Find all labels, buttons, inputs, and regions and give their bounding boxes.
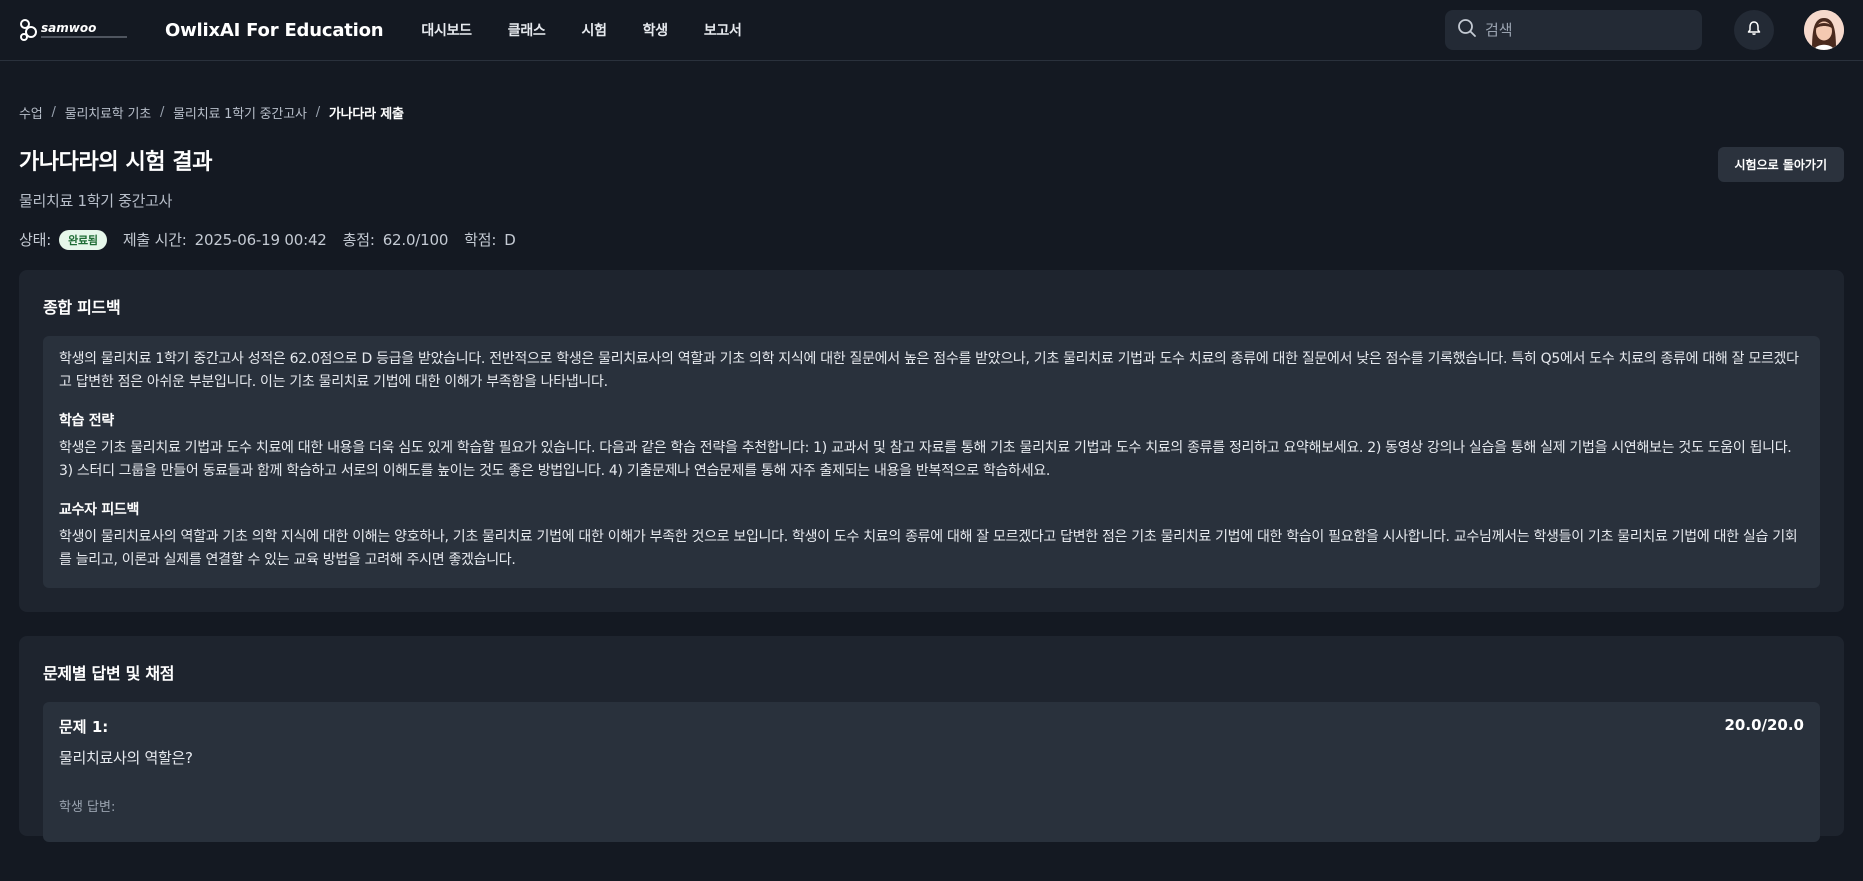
feedback-summary: 학생의 물리치료 1학기 중간고사 성적은 62.0점으로 D 등급을 받았습니… [59, 351, 1799, 390]
grade-value: D [504, 230, 516, 249]
samwoo-logo[interactable]: samwoo [19, 10, 149, 50]
notifications-button[interactable] [1734, 10, 1774, 50]
breadcrumb-separator: / [315, 105, 320, 120]
question-header: 문제 1: 20.0/20.0 [59, 716, 1804, 737]
status-badge: 완료됨 [59, 229, 107, 250]
bell-icon [1746, 20, 1762, 40]
main-nav: 대시보드 클래스 시험 학생 보고서 [403, 20, 759, 40]
search-icon [1457, 18, 1477, 42]
question-text: 물리치료사의 역할은? [59, 749, 193, 767]
page-subtitle: 물리치료 1학기 중간고사 [19, 192, 173, 210]
submit-time-value: 2025-06-19 00:42 [194, 230, 327, 249]
breadcrumb-item-course[interactable]: 물리치료학 기초 [65, 103, 151, 122]
learning-strategy-heading: 학습 전략 [59, 413, 114, 429]
nav-item-classes[interactable]: 클래스 [490, 20, 564, 40]
status-label: 상태: [19, 231, 52, 249]
top-navbar: samwoo OwlixAI For Education 대시보드 클래스 시험… [0, 0, 1863, 61]
overall-feedback-title: 종합 피드백 [43, 298, 121, 317]
learning-strategy-text: 학생은 기초 물리치료 기법과 도수 치료에 대한 내용을 더욱 심도 있게 학… [59, 440, 1792, 479]
question-item: 문제 1: 20.0/20.0 물리치료사의 역할은? 학생 답변: [43, 702, 1820, 842]
breadcrumb-current: 가나다라 제출 [328, 107, 404, 122]
main-content: 수업 / 물리치료학 기초 / 물리치료 1학기 중간고사 / 가나다라 제출 … [0, 103, 1863, 842]
page-header: 가나다라의 시험 결과 시험으로 돌아가기 [19, 144, 1844, 182]
breadcrumb-separator: / [51, 105, 56, 120]
avatar[interactable] [1804, 10, 1844, 50]
answers-card: 문제별 답변 및 채점 문제 1: 20.0/20.0 물리치료사의 역할은? … [19, 636, 1844, 842]
search-input[interactable] [1485, 21, 1685, 39]
app-name[interactable]: OwlixAI For Education [165, 20, 384, 41]
professor-feedback-heading: 교수자 피드백 [59, 502, 140, 518]
professor-feedback-text: 학생이 물리치료사의 역할과 기초 의학 지식에 대한 이해는 양호하나, 기초… [59, 529, 1798, 568]
overall-feedback-body: 학생의 물리치료 1학기 중간고사 성적은 62.0점으로 D 등급을 받았습니… [43, 336, 1820, 588]
total-score-label: 총점: [342, 231, 375, 249]
back-to-exam-button[interactable]: 시험으로 돌아가기 [1717, 147, 1844, 182]
grade-label: 학점: [464, 231, 497, 249]
total-score-value: 62.0/100 [382, 230, 449, 249]
overall-feedback-card: 종합 피드백 학생의 물리치료 1학기 중간고사 성적은 62.0점으로 D 등… [19, 270, 1844, 612]
search-box[interactable] [1445, 10, 1702, 50]
svg-text:samwoo: samwoo [41, 21, 96, 35]
breadcrumb-separator: / [159, 105, 165, 120]
breadcrumb-item-exam[interactable]: 물리치료 1학기 중간고사 [173, 103, 307, 122]
question-score: 20.0/20.0 [1724, 716, 1805, 734]
submit-time-label: 제출 시간: [122, 231, 187, 249]
submission-meta: 상태: 완료됨 제출 시간: 2025-06-19 00:42 총점: 62.0… [19, 229, 1844, 250]
answers-title: 문제별 답변 및 채점 [43, 664, 175, 683]
question-number: 문제 1: [59, 718, 109, 736]
nav-item-students[interactable]: 학생 [625, 20, 686, 40]
nav-item-reports[interactable]: 보고서 [686, 20, 760, 40]
page-title: 가나다라의 시험 결과 [19, 150, 213, 175]
breadcrumb: 수업 / 물리치료학 기초 / 물리치료 1학기 중간고사 / 가나다라 제출 [19, 103, 1844, 122]
breadcrumb-item-lessons[interactable]: 수업 [19, 103, 43, 122]
student-answer-label: 학생 답변: [59, 800, 116, 815]
nav-item-dashboard[interactable]: 대시보드 [403, 20, 489, 40]
nav-item-exams[interactable]: 시험 [564, 20, 625, 40]
